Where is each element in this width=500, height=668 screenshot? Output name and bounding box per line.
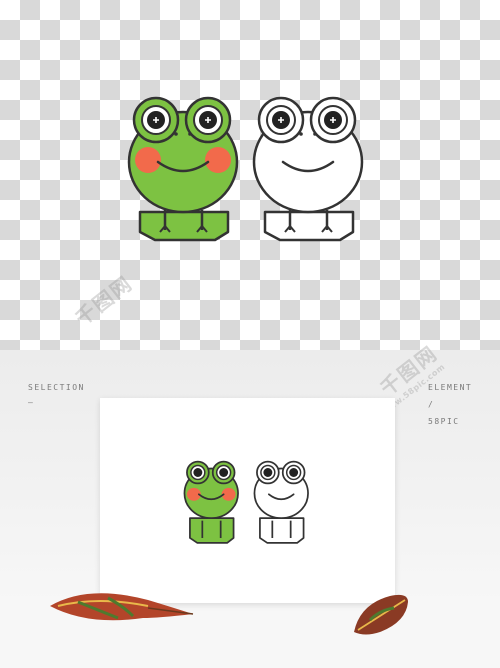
green-frog-illustration — [127, 96, 239, 242]
label-slash: / — [428, 400, 435, 409]
small-outline-frog — [253, 460, 309, 544]
display-card — [100, 398, 395, 603]
croton-leaf-left — [50, 593, 194, 621]
label-58pic: 58PIC — [428, 417, 460, 426]
outline-frog-illustration — [252, 96, 364, 242]
label-dash: — — [28, 398, 35, 407]
label-selection: SELECTION — [28, 383, 85, 392]
croton-leaf-right — [354, 594, 408, 635]
small-green-frog — [183, 460, 239, 544]
label-element: ELEMENT — [428, 383, 473, 392]
